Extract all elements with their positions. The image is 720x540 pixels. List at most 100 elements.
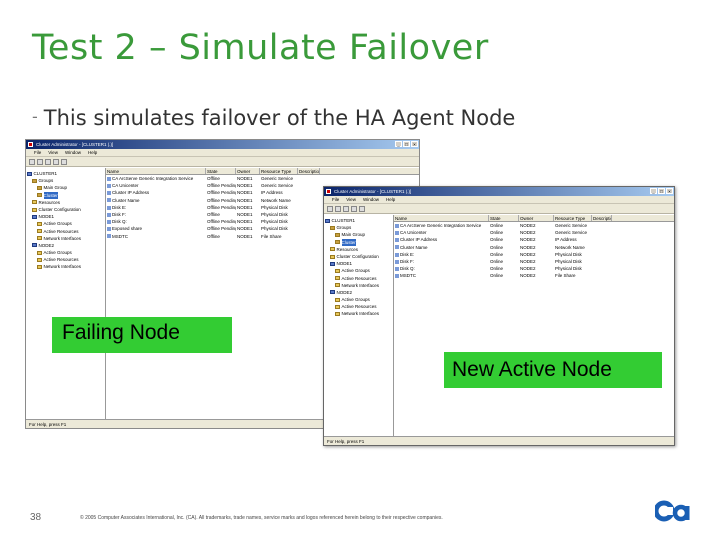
column-header-description[interactable]: Description xyxy=(592,215,612,221)
cell-text: NODE1 xyxy=(237,190,253,196)
minimize-icon[interactable]: _ xyxy=(650,188,657,194)
table-cell: Physical Disk xyxy=(260,211,298,218)
table-cell: NODE1 xyxy=(236,211,260,218)
cluster-admin-window-active[interactable]: Cluster Administrator - [CLUSTER1 (.)] _… xyxy=(323,186,675,446)
toolbar-delete-icon[interactable] xyxy=(351,206,357,212)
cell-text: NODE1 xyxy=(237,197,253,203)
tree-item[interactable]: NODE1 xyxy=(27,213,104,220)
table-row[interactable]: Cluster Name Online NODE2 Network Name xyxy=(394,244,674,251)
close-icon[interactable]: × xyxy=(411,141,418,147)
column-header-state[interactable]: State xyxy=(489,215,519,221)
tree-item[interactable]: Network Interfaces xyxy=(325,310,392,317)
window-titlebar[interactable]: Cluster Administrator - [CLUSTER1 (.)] _… xyxy=(26,140,419,149)
table-row[interactable]: CA ArcServe Generic Integration Service O… xyxy=(394,222,674,229)
menu-item-view[interactable]: View xyxy=(346,196,356,203)
tree-item-label: Cluster Configuration xyxy=(38,206,81,212)
toolbar-refresh-icon[interactable] xyxy=(335,206,341,212)
table-row[interactable]: CA ArcServe Generic Integration Service O… xyxy=(106,175,419,182)
table-row[interactable]: Disk F: Online NODE2 Physical Disk xyxy=(394,258,674,265)
tree-item[interactable]: NODE2 xyxy=(325,289,392,296)
tree-item[interactable]: Groups xyxy=(27,177,104,184)
table-row[interactable]: Disk E: Online NODE2 Physical Disk xyxy=(394,251,674,258)
cell-text: Disk F: xyxy=(112,211,126,217)
table-cell: MSDTC xyxy=(106,233,206,240)
tree-item[interactable]: Resources xyxy=(325,246,392,253)
tree-item[interactable]: Cluster xyxy=(325,238,392,246)
column-header-name[interactable]: Name xyxy=(394,215,489,221)
toolbar-delete-icon[interactable] xyxy=(53,159,59,165)
menu-item-help[interactable]: Help xyxy=(88,149,97,156)
column-header-resource-type[interactable]: Resource Type xyxy=(554,215,592,221)
tree-item[interactable]: Resources xyxy=(27,199,104,206)
table-cell: IP Address xyxy=(554,236,592,243)
menu-bar: File View Window Help xyxy=(26,149,419,157)
tree-item[interactable]: Cluster Configuration xyxy=(27,206,104,213)
menu-item-window[interactable]: Window xyxy=(363,196,379,203)
menu-item-file[interactable]: File xyxy=(332,196,339,203)
cluster-tree[interactable]: CLUSTER1 Groups Main Group Cluster Resources… xyxy=(324,215,394,436)
maximize-icon[interactable]: □ xyxy=(403,141,410,147)
tree-item[interactable]: Main Group xyxy=(325,231,392,238)
column-header-state[interactable]: State xyxy=(206,168,236,174)
list-header: NameStateOwnerResource TypeDescription xyxy=(106,168,419,175)
minimize-icon[interactable]: _ xyxy=(395,141,402,147)
tree-item[interactable]: Active Resources xyxy=(325,303,392,310)
tree-item[interactable]: Active Resources xyxy=(325,275,392,282)
table-row[interactable]: MSDTC Online NODE2 File Share xyxy=(394,272,674,279)
tree-item[interactable]: CLUSTER1 xyxy=(27,170,104,177)
toolbar-refresh-icon[interactable] xyxy=(37,159,43,165)
table-row[interactable]: Cluster IP Address Online NODE2 IP Address xyxy=(394,236,674,243)
tree-item[interactable]: Active Resources xyxy=(27,256,104,263)
close-icon[interactable]: × xyxy=(666,188,673,194)
menu-item-view[interactable]: View xyxy=(48,149,58,156)
table-cell: Offline Pending xyxy=(206,218,236,225)
cell-text: NODE2 xyxy=(520,266,536,272)
column-header-owner[interactable]: Owner xyxy=(519,215,554,221)
tree-item[interactable]: Groups xyxy=(325,224,392,231)
column-header-resource-type[interactable]: Resource Type xyxy=(260,168,298,174)
tree-item[interactable]: Active Groups xyxy=(325,296,392,303)
column-header-description[interactable]: Description xyxy=(298,168,320,174)
window-titlebar[interactable]: Cluster Administrator - [CLUSTER1 (.)] _… xyxy=(324,187,674,196)
table-row[interactable]: Disk Q: Online NODE2 Physical Disk xyxy=(394,265,674,272)
toolbar-view-icon[interactable] xyxy=(61,159,67,165)
resource-icon xyxy=(107,234,111,239)
menu-item-help[interactable]: Help xyxy=(386,196,395,203)
tree-item[interactable]: Network Interfaces xyxy=(27,263,104,270)
tree-item[interactable]: Main Group xyxy=(27,184,104,191)
tree-item[interactable]: NODE2 xyxy=(27,242,104,249)
tree-item[interactable]: Active Resources xyxy=(27,228,104,235)
cell-text: Cluster Name xyxy=(112,197,140,203)
toolbar-properties-icon[interactable] xyxy=(343,206,349,212)
cell-text: IP Address xyxy=(261,190,283,196)
tree-item[interactable]: Network Interfaces xyxy=(325,282,392,289)
column-header-name[interactable]: Name xyxy=(106,168,206,174)
menu-item-file[interactable]: File xyxy=(34,149,41,156)
toolbar-view-icon[interactable] xyxy=(359,206,365,212)
maximize-icon[interactable]: □ xyxy=(658,188,665,194)
menu-item-window[interactable]: Window xyxy=(65,149,81,156)
table-cell: NODE2 xyxy=(519,244,554,251)
toolbar-open-icon[interactable] xyxy=(327,206,333,212)
folder-icon xyxy=(37,185,42,190)
tree-item[interactable]: Network Interfaces xyxy=(27,235,104,242)
toolbar-properties-icon[interactable] xyxy=(45,159,51,165)
table-cell xyxy=(592,236,612,243)
tree-item[interactable]: CLUSTER1 xyxy=(325,217,392,224)
table-cell: MSDTC xyxy=(394,272,489,279)
column-header-owner[interactable]: Owner xyxy=(236,168,260,174)
tree-item[interactable]: Active Groups xyxy=(27,249,104,256)
tree-item[interactable]: NODE1 xyxy=(325,260,392,267)
toolbar-open-icon[interactable] xyxy=(29,159,35,165)
tree-item[interactable]: Cluster xyxy=(27,191,104,199)
resource-list[interactable]: NameStateOwnerResource TypeDescription C… xyxy=(394,215,674,436)
cell-text: Offline Pending xyxy=(207,204,236,210)
tree-item[interactable]: Cluster Configuration xyxy=(325,253,392,260)
table-row[interactable]: CA Unicenter Online NODE2 Generic Service xyxy=(394,229,674,236)
folder-icon xyxy=(335,240,340,245)
tree-item[interactable]: Active Groups xyxy=(325,267,392,274)
tree-item[interactable]: Active Groups xyxy=(27,220,104,227)
table-cell: Physical Disk xyxy=(260,218,298,225)
cell-text: Physical Disk xyxy=(555,266,582,272)
cluster-tree[interactable]: CLUSTER1 Groups Main Group Cluster Resources… xyxy=(26,168,106,419)
